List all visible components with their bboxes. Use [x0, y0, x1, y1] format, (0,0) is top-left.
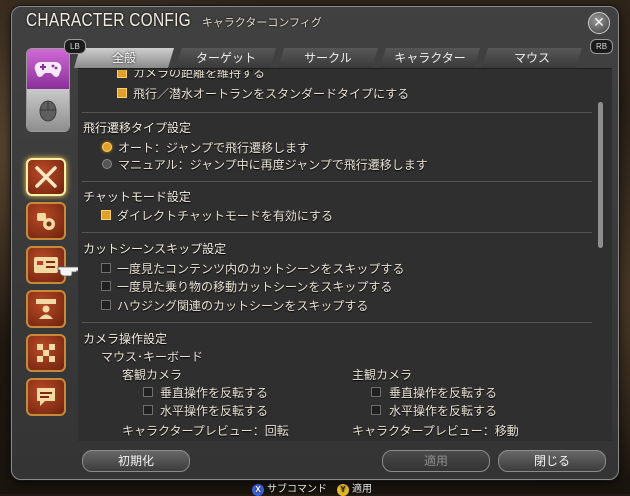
keep-camera-distance-label: カメラの距離を維持する: [133, 70, 266, 80]
apply-hint: Y 適用: [337, 480, 372, 496]
category-general-button[interactable]: [26, 158, 66, 196]
direct-chat-label: ダイレクトチャットモードを有効にする: [117, 209, 334, 223]
subjective-vertical-invert-label: 垂直操作を反転する: [389, 386, 498, 400]
skip-housing-cutscene-label: ハウジング関連のカットシーンをスキップする: [117, 299, 369, 313]
flight-manual-radio[interactable]: [102, 159, 112, 169]
mouse-mode-button[interactable]: [27, 89, 69, 131]
section-divider: [82, 112, 592, 113]
tab-mouse[interactable]: マウス: [482, 48, 582, 68]
section-divider: [82, 232, 592, 233]
category-party-button[interactable]: [26, 334, 66, 372]
close-icon: ✕: [593, 15, 605, 31]
objective-vertical-invert-label: 垂直操作を反転する: [160, 386, 269, 400]
tab-general[interactable]: 全般: [74, 48, 174, 68]
input-mode-toggle: [26, 48, 70, 132]
reset-button[interactable]: 初期化: [82, 450, 190, 472]
skip-housing-cutscene-checkbox[interactable]: [101, 300, 111, 310]
mouse-icon: [39, 100, 57, 122]
controller-hints: X サブコマンド Y 適用: [252, 480, 372, 496]
lb-shoulder-hint: LB: [64, 39, 86, 54]
clipped-row: カメラの距離を維持する: [100, 70, 560, 81]
subjective-preview-setting[interactable]: キャラクタープレビュー：移動: [352, 422, 519, 439]
subjective-camera-label: 主観カメラ: [352, 368, 413, 382]
flight-auto-label: オート：ジャンプで飛行遷移します: [118, 141, 310, 155]
skip-content-cutscene-label: 一度見たコンテンツ内のカットシーンをスキップする: [117, 262, 405, 276]
flight-standard-checkbox[interactable]: [117, 88, 127, 98]
tab-bar: LB RB 全般 ターゲット サークル キャラクター マウス: [64, 39, 614, 70]
section-divider: [82, 181, 592, 182]
gear-bag-icon: [37, 213, 55, 230]
chat-bubble-icon: [37, 388, 55, 406]
camera-input-subtitle: マウス･キーボード: [101, 350, 204, 364]
window-subtitle: キャラクターコンフィグ: [201, 16, 322, 29]
skip-mount-cutscene-label: 一度見た乗り物の移動カットシーンをスキップする: [117, 280, 393, 294]
window-title-bar: CHARACTER CONFIG キャラクターコンフィグ: [26, 10, 322, 32]
category-chat-button[interactable]: [26, 378, 66, 416]
tab-circle[interactable]: サークル: [278, 48, 378, 68]
apply-button[interactable]: 適用: [382, 450, 490, 472]
category-character-button[interactable]: [26, 290, 66, 328]
gamepad-icon: [34, 62, 62, 77]
tab-character[interactable]: キャラクター: [380, 48, 480, 68]
chat-section-title: チャットモード設定: [83, 190, 191, 204]
close-button[interactable]: 閉じる: [498, 450, 606, 472]
gamepad-mode-button[interactable]: [27, 49, 69, 89]
objective-horizontal-invert-label: 水平操作を反転する: [160, 404, 269, 418]
camera-section-title: カメラ操作設定: [83, 332, 168, 346]
flight-auto-radio[interactable]: [102, 142, 112, 152]
flight-section-title: 飛行遷移タイプ設定: [83, 121, 192, 135]
scrollbar-thumb[interactable]: [598, 102, 603, 248]
section-divider: [82, 322, 592, 323]
window-title: CHARACTER CONFIG: [26, 10, 191, 30]
content-scrollbar[interactable]: [598, 80, 603, 440]
tab-target[interactable]: ターゲット: [176, 48, 276, 68]
flight-manual-label: マニュアル：ジャンプ中に再度ジャンプで飛行遷移します: [118, 158, 428, 172]
objective-camera-label: 客観カメラ: [122, 368, 183, 382]
direct-chat-checkbox[interactable]: [101, 210, 111, 220]
close-window-button[interactable]: ✕: [588, 12, 610, 34]
subjective-vertical-invert-checkbox[interactable]: [371, 387, 381, 397]
subjective-horizontal-invert-checkbox[interactable]: [371, 405, 381, 415]
objective-vertical-invert-checkbox[interactable]: [143, 387, 153, 397]
cutscene-section-title: カットシーンスキップ設定: [83, 242, 227, 256]
checker-icon: [37, 344, 55, 362]
objective-horizontal-invert-checkbox[interactable]: [143, 405, 153, 415]
objective-preview-setting[interactable]: キャラクタープレビュー：回転: [122, 422, 289, 439]
skip-mount-cutscene-checkbox[interactable]: [101, 281, 111, 291]
character-portrait-icon: [36, 299, 56, 319]
category-operation-button[interactable]: [26, 202, 66, 240]
crossed-swords-icon: [35, 166, 57, 188]
flight-standard-label: 飛行／潜水オートランをスタンダードタイプにする: [133, 87, 410, 101]
subcommand-hint: X サブコマンド: [252, 480, 327, 496]
keep-camera-distance-checkbox[interactable]: [117, 70, 127, 78]
rb-shoulder-hint: RB: [590, 39, 614, 54]
subjective-horizontal-invert-label: 水平操作を反転する: [389, 404, 498, 418]
skip-content-cutscene-checkbox[interactable]: [101, 263, 111, 273]
